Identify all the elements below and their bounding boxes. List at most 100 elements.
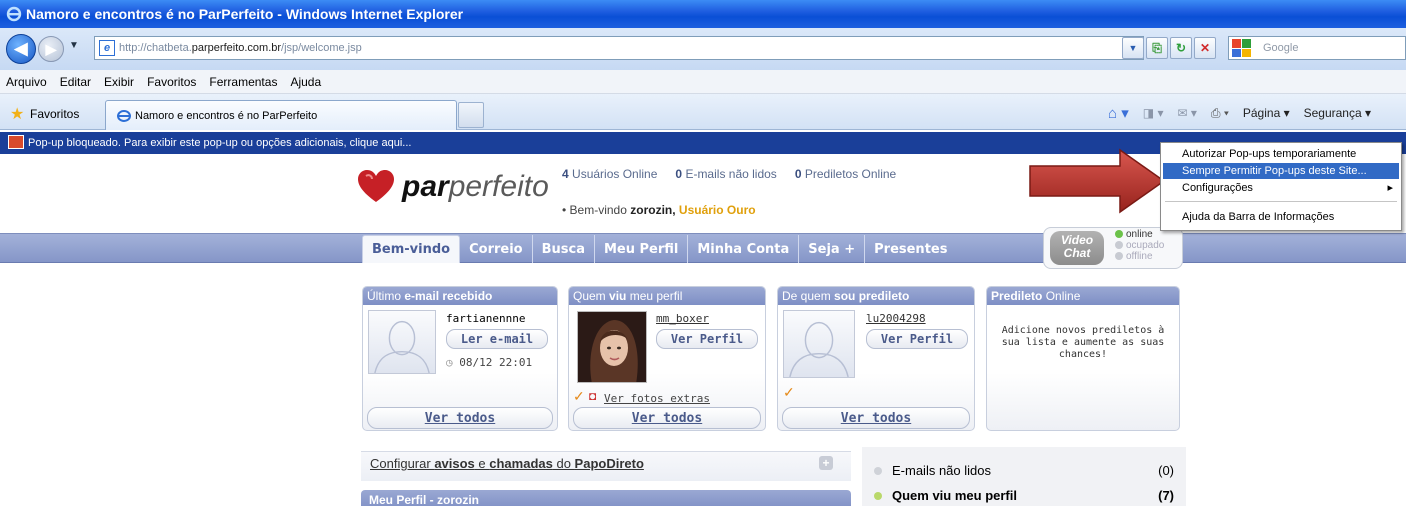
menu-arquivo[interactable]: Arquivo	[6, 75, 47, 89]
menu-item-allow-temporarily[interactable]: Autorizar Pop-ups temporariamente	[1163, 146, 1399, 162]
read-email-button[interactable]: Ler e-mail	[446, 329, 548, 349]
nav-tab-minha-conta[interactable]: Minha Conta	[688, 235, 800, 263]
menu-item-label: Configurações	[1182, 182, 1253, 194]
see-all-viewers-button[interactable]: Ver todos	[573, 407, 761, 429]
home-icon[interactable]: ⌂ ▾	[1108, 104, 1129, 122]
card-header: Último e-mail recebido	[363, 287, 557, 305]
print-icon[interactable]: ⎙ ▾	[1211, 106, 1229, 121]
favorites-star-icon[interactable]: ★	[10, 104, 24, 124]
address-input[interactable]: http://chatbeta. parperfeito.com.br/jsp/w…	[94, 36, 1144, 60]
busy-dot-icon	[1115, 241, 1123, 249]
google-search-icon[interactable]	[1232, 39, 1252, 57]
welcome-prefix: • Bem-vindo	[562, 203, 627, 217]
clock-icon: ◷	[446, 356, 453, 369]
status-label: ocupado	[1126, 240, 1165, 251]
extra-photos-link[interactable]: Ver fotos extras	[604, 392, 710, 405]
checkmark-icon: ✓	[783, 384, 795, 400]
status-busy[interactable]: ocupado	[1115, 240, 1164, 251]
menu-bar: Arquivo Editar Exibir Favoritos Ferramen…	[0, 70, 1406, 94]
row-who-viewed[interactable]: Quem viu meu perfil (7)	[874, 488, 1174, 503]
tab-ie-icon	[117, 109, 131, 122]
expand-plus-icon[interactable]: +	[819, 456, 833, 470]
menu-item-settings[interactable]: Configurações ▸	[1163, 180, 1399, 196]
stat-favorites-online[interactable]: 0 Prediletos Online	[795, 167, 896, 181]
bullet-icon	[874, 491, 882, 500]
my-profile-header[interactable]: Meu Perfil - zorozin	[361, 490, 851, 506]
stat-label: Prediletos Online	[804, 167, 897, 181]
window-title: Namoro e encontros é no ParPerfeito - Wi…	[26, 6, 464, 22]
email-timestamp: ◷ 08/12 22:01	[446, 356, 532, 369]
card-header: Quem viu meu perfil	[569, 287, 765, 305]
mail-icon[interactable]: ✉ ▾	[1177, 106, 1196, 120]
refresh-icon[interactable]: ↻	[1170, 37, 1192, 59]
email-sender: fartianennne	[446, 312, 526, 325]
logo-light: perfeito	[448, 170, 549, 203]
menu-ferramentas[interactable]: Ferramentas	[209, 75, 277, 89]
stat-users-online[interactable]: 4 Usuários Online	[562, 167, 657, 181]
menu-editar[interactable]: Editar	[60, 75, 91, 89]
nav-tab-meu-perfil[interactable]: Meu Perfil	[595, 235, 689, 263]
status-online[interactable]: online	[1115, 229, 1164, 240]
config-notifications-link[interactable]: Configurar avisos e chamadas do PapoDire…	[370, 456, 644, 471]
view-profile-button[interactable]: Ver Perfil	[656, 329, 758, 349]
stat-count: 0	[675, 167, 683, 181]
ie-logo-icon	[6, 6, 22, 22]
status-offline[interactable]: offline	[1115, 251, 1164, 262]
new-tab-button[interactable]	[458, 102, 484, 128]
menu-favoritos[interactable]: Favoritos	[147, 75, 196, 89]
avatar-placeholder[interactable]	[783, 310, 855, 378]
heart-logo-icon	[358, 170, 394, 202]
forward-button[interactable]: ▶	[38, 36, 64, 62]
forward-arrow-icon: ▶	[45, 40, 57, 57]
site-stats: 4 Usuários Online 0 E-mails não lidos 0 …	[562, 167, 896, 181]
command-bar: ⌂ ▾ ◨ ▾ ✉ ▾ ⎙ ▾ Página ▾ Segurança ▾	[1108, 104, 1371, 122]
stat-label: E-mails não lidos	[685, 167, 777, 181]
search-input[interactable]: Google	[1228, 36, 1406, 60]
avatar-placeholder[interactable]	[368, 310, 436, 374]
nav-tab-correio[interactable]: Correio	[460, 235, 533, 263]
favorites-button[interactable]: Favoritos	[30, 107, 79, 121]
url-prefix: http://chatbeta.	[119, 42, 192, 54]
stat-unread-emails[interactable]: 0 E-mails não lidos	[675, 167, 776, 181]
infobar-context-menu: Autorizar Pop-ups temporariamente Sempre…	[1160, 142, 1402, 231]
card-header: Predileto Online	[987, 287, 1179, 305]
viewer-username-link[interactable]: mm_boxer	[656, 312, 709, 325]
nav-tab-presentes[interactable]: Presentes	[865, 235, 956, 263]
see-all-emails-button[interactable]: Ver todos	[367, 407, 553, 429]
see-all-favorites-button[interactable]: Ver todos	[782, 407, 970, 429]
welcome-line: • Bem-vindo zorozin, Usuário Ouro	[562, 203, 756, 217]
favorite-username-link[interactable]: lu2004298	[866, 312, 926, 325]
history-dropdown-icon[interactable]: ▼	[69, 40, 79, 51]
nav-tab-bem-vindo[interactable]: Bem-vindo	[362, 235, 461, 263]
video-chat-line2: Chat	[1063, 246, 1091, 260]
status-label: online	[1126, 229, 1153, 240]
window-title-bar[interactable]: Namoro e encontros é no ParPerfeito - Wi…	[0, 0, 1406, 28]
url-path: /jsp/welcome.jsp	[281, 42, 362, 54]
menu-ajuda[interactable]: Ajuda	[290, 75, 321, 89]
offline-dot-icon	[1115, 252, 1123, 260]
popup-blocked-icon	[8, 135, 24, 149]
row-unread-emails[interactable]: E-mails não lidos (0)	[874, 463, 1174, 478]
compatibility-view-icon[interactable]: ⎘	[1146, 37, 1168, 59]
row-label: Quem viu meu perfil	[892, 488, 1017, 503]
menu-item-always-allow[interactable]: Sempre Permitir Pop-ups deste Site...	[1163, 163, 1399, 179]
security-menu[interactable]: Segurança ▾	[1304, 106, 1371, 120]
address-dropdown-button[interactable]: ▼	[1122, 37, 1144, 59]
nav-tab-busca[interactable]: Busca	[533, 235, 595, 263]
viewer-photo[interactable]	[577, 311, 647, 383]
stat-count: 0	[794, 167, 802, 181]
view-profile-button[interactable]: Ver Perfil	[866, 329, 968, 349]
page-menu[interactable]: Página ▾	[1243, 106, 1290, 120]
card-header: De quem sou predileto	[778, 287, 974, 305]
menu-item-infobar-help[interactable]: Ajuda da Barra de Informações	[1163, 209, 1399, 225]
back-arrow-icon: ◀	[14, 39, 28, 58]
feeds-icon[interactable]: ◨ ▾	[1143, 106, 1164, 120]
back-button[interactable]: ◀	[6, 34, 36, 64]
membership-badge[interactable]: Usuário Ouro	[679, 203, 756, 217]
browser-tab-active[interactable]: Namoro e encontros é no ParPerfeito	[105, 100, 457, 130]
menu-exibir[interactable]: Exibir	[104, 75, 134, 89]
video-chat-bubble-icon[interactable]: Video Chat	[1050, 231, 1104, 265]
nav-tab-seja-mais[interactable]: Seja +	[799, 235, 866, 263]
site-logo[interactable]: parperfeito	[402, 170, 549, 204]
stop-icon[interactable]: ✕	[1194, 37, 1216, 59]
